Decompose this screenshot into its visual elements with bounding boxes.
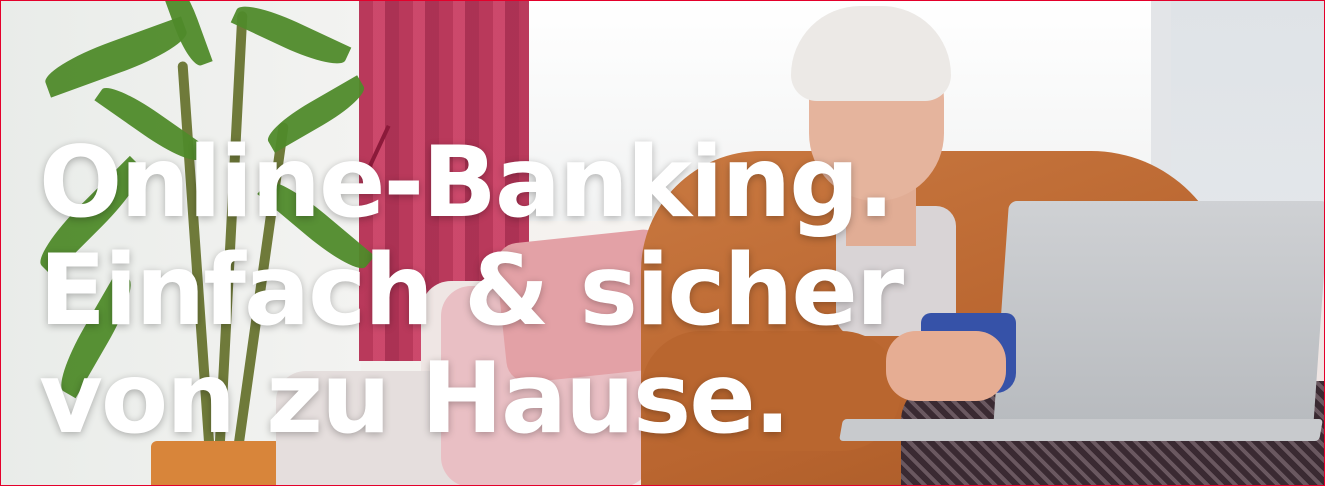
- hand: [886, 331, 1006, 401]
- headline-line-3: von zu Hause.: [39, 342, 791, 456]
- laptop-icon: [992, 201, 1324, 431]
- laptop-base: [839, 419, 1323, 441]
- headline-line-1: Online-Banking.: [39, 126, 895, 240]
- headline-line-2: Einfach & sicher: [39, 234, 904, 348]
- hero-banner: Online-Banking. Einfach & sicher von zu …: [0, 0, 1325, 486]
- hero-headline: Online-Banking. Einfach & sicher von zu …: [39, 126, 904, 456]
